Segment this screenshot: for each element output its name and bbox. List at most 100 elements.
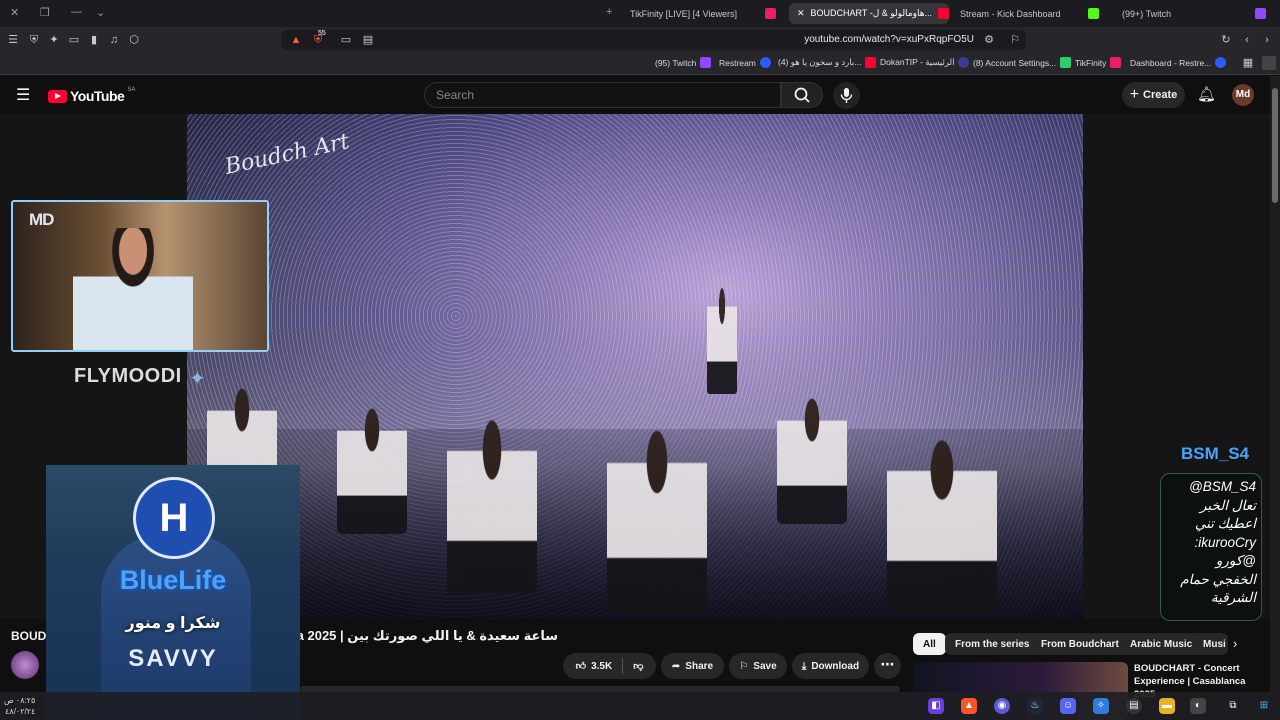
bookmark-restream-dashboard[interactable]: Dashboard - Restre...	[1130, 57, 1227, 68]
chip-from-series[interactable]: From the series	[945, 633, 1040, 655]
copilot-icon[interactable]: ✧	[1093, 698, 1109, 714]
menu-icon[interactable]: ☰	[6, 33, 20, 47]
share-button[interactable]: ➦ Share	[661, 653, 724, 679]
translate-icon[interactable]: ▤	[361, 33, 375, 47]
file-explorer-icon[interactable]: ▬	[1159, 698, 1175, 714]
like-button[interactable]: 👍︎ 3.5K	[576, 660, 613, 673]
video-title-lead: BOUD	[11, 629, 47, 643]
shield-icon[interactable]: ⛨	[27, 33, 41, 47]
search-field[interactable]	[424, 82, 781, 108]
chips-next-chevron-icon[interactable]: ›	[1233, 636, 1237, 651]
bookmark-restream[interactable]: Restream	[719, 57, 771, 68]
search-icon	[794, 87, 810, 103]
more-actions-button[interactable]: ⋯	[874, 653, 901, 679]
reload-icon[interactable]: ↻	[1219, 33, 1233, 47]
chip-from-boudchart[interactable]: From Boudchart	[1031, 633, 1129, 655]
musician-figure	[777, 394, 847, 524]
bookmarks-folder-icon[interactable]	[1262, 56, 1276, 70]
page-scrollbar-thumb[interactable]	[1272, 88, 1278, 203]
account-avatar[interactable]: Md	[1232, 84, 1254, 106]
bookmark-twitch[interactable]: (95) Twitch	[655, 57, 712, 68]
share-arrow-icon: ➦	[671, 660, 681, 672]
tab-tikfinity[interactable]: TikFinity [LIVE] [4 Viewers]	[622, 3, 784, 24]
hamburger-menu-icon[interactable]: ☰	[16, 85, 30, 105]
musician-figure	[447, 414, 537, 594]
tab-boudchart[interactable]: ✕ BOUDCHART -هاومالولو & ل...	[789, 3, 949, 24]
reader-mode-icon[interactable]: ▭	[339, 33, 353, 47]
tab-kick-dashboard[interactable]: Stream - Kick Dashboard	[952, 3, 1107, 24]
twitch-icon	[700, 57, 712, 68]
obs-icon[interactable]: ◉	[994, 698, 1010, 714]
windows-start-icon[interactable]: ⊞	[1256, 698, 1272, 714]
steam-icon[interactable]: ♨	[1027, 698, 1043, 714]
extension-icon[interactable]: ✦	[47, 33, 61, 47]
new-tab-icon[interactable]: +	[606, 6, 612, 18]
tab-label: (99+) Twitch	[1122, 8, 1172, 19]
sidebar-icon[interactable]: ▮	[87, 33, 101, 47]
address-bar[interactable]: ▲ ⛨ 55 ▭ ▤ youtube.com/watch?v=xuPxRqpFO…	[281, 30, 1026, 50]
plus-icon: +	[1129, 86, 1140, 103]
channel-avatar[interactable]	[11, 651, 39, 679]
shield-badge: 55	[318, 30, 326, 37]
verified-star-icon: ✦	[189, 368, 206, 390]
browser-taskbar-icon[interactable]: ◐	[1190, 698, 1206, 714]
forward-icon[interactable]: ›	[1260, 33, 1274, 47]
chip-all[interactable]: All	[913, 633, 946, 655]
bookmark-icon[interactable]: ⚐	[1008, 33, 1022, 47]
vpn-triangle-icon[interactable]: ▲	[289, 33, 303, 47]
tab-list-chevron-icon[interactable]: ⌄	[96, 6, 105, 19]
webcam-overlay: MD	[11, 200, 269, 352]
dislike-button[interactable]: 👎︎	[633, 660, 643, 672]
restore-window-icon[interactable]: ❐	[40, 6, 50, 19]
search-button[interactable]	[781, 82, 823, 108]
app-switcher-icon[interactable]: ◧	[928, 698, 944, 714]
chat-username: BSM_S4	[1181, 444, 1250, 463]
video-player[interactable]	[187, 114, 1083, 619]
bookmark-account-settings[interactable]: (8) Account Settings...	[973, 57, 1072, 68]
task-view-icon[interactable]: ⧉	[1225, 698, 1241, 714]
chip-music[interactable]: Musi	[1195, 633, 1228, 655]
brave-browser-icon[interactable]: ▲	[961, 698, 977, 714]
tab-twitch[interactable]: (99+) Twitch	[1114, 3, 1274, 24]
taskbar-clock[interactable]: ٠٨:٢٥ ص ٤٨/٠٢/٢٤	[4, 695, 35, 717]
search-input[interactable]	[425, 83, 780, 107]
create-button[interactable]: + Create	[1122, 82, 1185, 108]
save-bookmark-icon: ⚐	[739, 660, 749, 672]
youtube-header: ☰ YouTube SA + Create 🔔︎ Md	[0, 76, 1270, 114]
minimize-window-icon[interactable]: —	[71, 6, 82, 18]
chatbot-icon[interactable]: ⬡	[127, 33, 141, 47]
music-icon[interactable]: ♫	[107, 33, 121, 47]
clock-time: ٠٨:٢٥ ص	[4, 696, 36, 705]
bookmark-dokantip[interactable]: DokanTIP - الرئيسية	[880, 57, 970, 68]
like-dislike-group: 👍︎ 3.5K 👎︎	[563, 653, 656, 679]
download-icon: ⤓	[801, 660, 807, 672]
download-button[interactable]: ⤓ Download	[792, 653, 869, 679]
youtube-logo[interactable]: YouTube SA	[48, 87, 135, 104]
site-settings-icon[interactable]: ⚙	[982, 33, 996, 47]
bookmark-tikfinity[interactable]: TikFinity	[1075, 57, 1122, 68]
wallet-icon[interactable]: ▭	[67, 33, 81, 47]
bookmark-youtube-video[interactable]: (4) بارد و سخون يا هو...	[778, 57, 877, 68]
media-player-icon[interactable]: ▤	[1126, 698, 1142, 714]
like-divider	[622, 658, 624, 674]
promo-title: BlueLife	[119, 565, 227, 595]
voice-search-button[interactable]	[833, 82, 860, 109]
download-label: Download	[811, 660, 860, 672]
close-window-icon[interactable]: ✕	[10, 6, 19, 19]
microphone-icon	[840, 88, 853, 103]
tab-label: Stream - Kick Dashboard	[960, 8, 1061, 19]
chip-arabic-music[interactable]: Arabic Music	[1120, 633, 1203, 655]
kick-favicon-icon	[1088, 8, 1099, 19]
tikfinity-icon	[1110, 57, 1122, 68]
dokantip-icon	[958, 57, 970, 68]
tikfinity-favicon-icon	[765, 8, 776, 19]
close-tab-icon[interactable]: ✕	[797, 8, 805, 19]
notifications-bell-icon[interactable]: 🔔︎	[1197, 85, 1216, 103]
discord-icon[interactable]: ☺	[1060, 698, 1076, 714]
back-icon[interactable]: ‹	[1240, 33, 1254, 47]
save-button[interactable]: ⚐ Save	[729, 653, 787, 679]
apps-grid-icon[interactable]: ▦	[1241, 56, 1255, 70]
url-text: youtube.com/watch?v=xuPxRqpFO5U	[804, 34, 974, 45]
chat-message-text: BSM_S4@ تعال الخبر اعطيك تني ikurooCry: …	[1180, 479, 1256, 605]
account-settings-icon	[1060, 57, 1072, 68]
